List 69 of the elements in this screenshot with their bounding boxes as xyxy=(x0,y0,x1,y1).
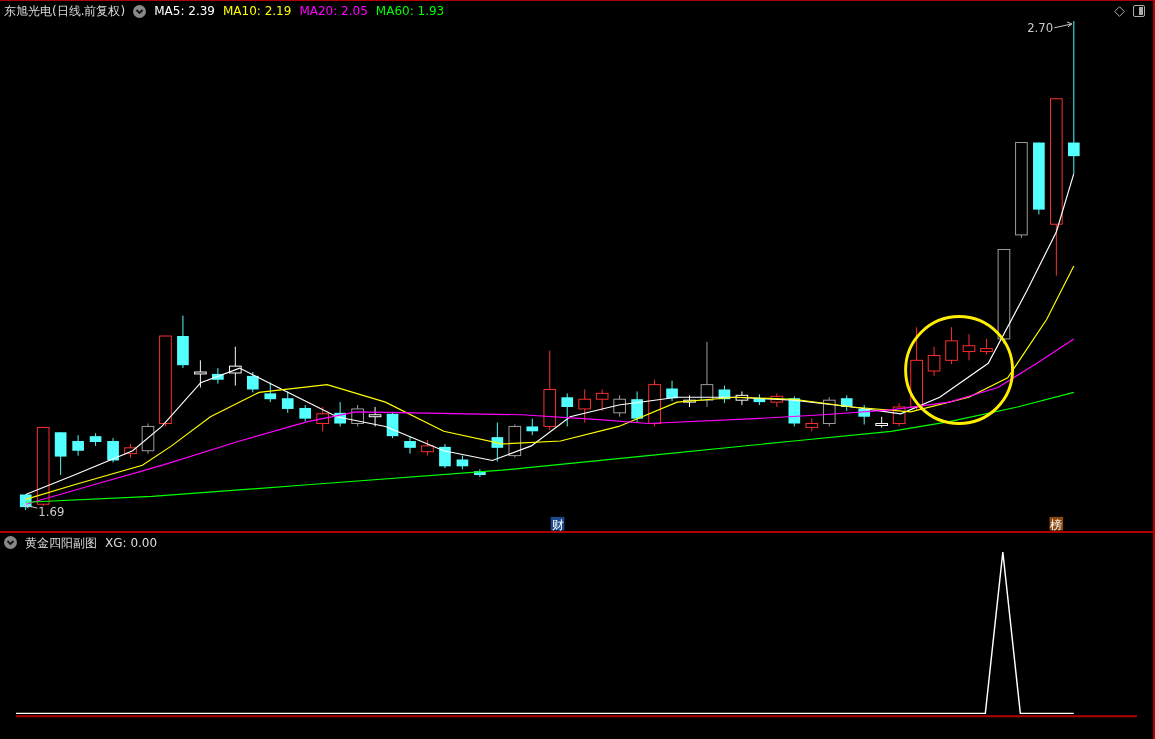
candlestick xyxy=(875,416,888,429)
candlestick xyxy=(700,341,714,408)
candlestick xyxy=(822,397,836,428)
diamond-icon[interactable] xyxy=(1114,5,1125,17)
indicator-value: XG: 0.00 xyxy=(105,534,158,552)
candlestick xyxy=(858,405,871,426)
candlestick xyxy=(945,327,958,366)
indicator-title: 黄金四阳副图 xyxy=(25,534,97,552)
candlestick xyxy=(962,334,976,362)
candlestick xyxy=(316,406,329,433)
event-marker[interactable]: 财 xyxy=(550,517,565,531)
candlestick xyxy=(491,422,504,463)
candlestick xyxy=(578,389,591,424)
candlestick xyxy=(72,435,84,457)
collapse-icon[interactable] xyxy=(4,536,17,550)
candlestick xyxy=(229,346,242,387)
candlestick xyxy=(788,396,801,428)
candlestick xyxy=(421,440,434,457)
candlestick xyxy=(246,371,259,394)
candlestick xyxy=(334,402,346,428)
moving-average-value: MA5: 2.39 xyxy=(154,3,215,21)
candlestick xyxy=(264,382,277,404)
candlestick xyxy=(805,418,819,433)
candlestick xyxy=(892,403,906,428)
candlestick xyxy=(753,394,766,406)
candlestick xyxy=(508,424,522,459)
candlestick xyxy=(456,455,469,471)
candlestick xyxy=(54,432,67,476)
stock-title: 东旭光电(日线.前复权) xyxy=(4,3,126,21)
high-price-label: 2.70 xyxy=(1027,21,1054,36)
collapse-icon[interactable] xyxy=(133,4,147,18)
candlestick xyxy=(351,405,364,428)
low-price-label: 1.69 xyxy=(38,505,65,520)
candlestick xyxy=(718,385,731,404)
candlestick xyxy=(631,391,643,424)
candlestick xyxy=(613,395,626,418)
candlestick xyxy=(770,393,784,408)
candlestick xyxy=(194,360,207,389)
candlestick xyxy=(735,391,749,406)
candlestick xyxy=(526,418,539,437)
candlestick xyxy=(89,433,102,447)
candlestick xyxy=(386,411,399,439)
candlestick xyxy=(648,379,661,428)
candlestick xyxy=(561,393,574,428)
candlestick xyxy=(927,346,941,377)
candlestick xyxy=(595,389,609,412)
arrow-icon xyxy=(24,502,38,509)
candlestick xyxy=(666,380,678,403)
candlestick xyxy=(19,494,32,511)
candlestick xyxy=(439,443,451,470)
moving-average-value: MA20: 2.05 xyxy=(299,3,368,21)
candlestick xyxy=(474,469,486,478)
candlestick xyxy=(177,315,189,369)
candlestick xyxy=(840,395,853,412)
candlestick xyxy=(212,368,224,385)
candlestick xyxy=(281,391,294,414)
candlestick xyxy=(980,338,993,356)
candlestick xyxy=(107,438,119,464)
candlestick xyxy=(404,436,416,455)
arrow-icon xyxy=(1053,21,1073,29)
candlestick xyxy=(141,423,155,455)
moving-average-value: MA60: 1.93 xyxy=(375,3,445,21)
candlestick xyxy=(683,395,696,408)
moving-average-value: MA10: 2.19 xyxy=(222,3,292,21)
candlestick xyxy=(124,443,137,459)
event-marker[interactable]: 榜 xyxy=(1049,517,1064,531)
candlestick xyxy=(299,405,312,423)
panel-toggle-icon[interactable] xyxy=(1133,5,1145,18)
candlestick xyxy=(368,406,382,428)
